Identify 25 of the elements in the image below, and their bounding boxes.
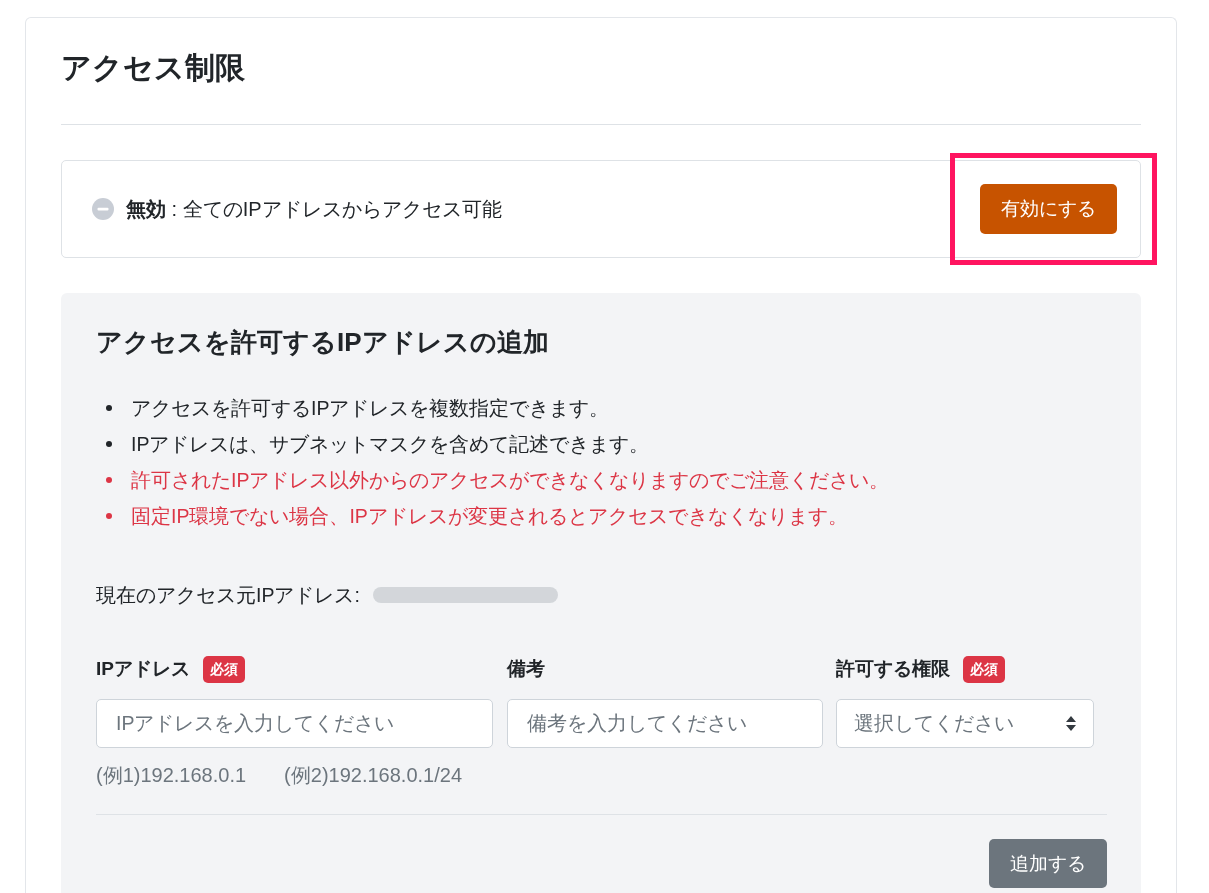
bullet-dot-icon [106, 441, 112, 447]
warning-note: 許可されたIPアドレス以外からのアクセスができなくなりますのでご注意ください。 [131, 467, 890, 493]
required-badge: 必須 [202, 655, 245, 683]
status-text: 無効 : 全てのIPアドレスからアクセス可能 [126, 197, 503, 222]
required-badge: 必須 [963, 655, 1005, 683]
current-ip-label: 現在のアクセス元IPアドレス: [96, 582, 360, 608]
example-hint: (例2)192.168.0.1/24 [284, 763, 462, 788]
enable-button[interactable]: 有効にする [980, 184, 1117, 234]
info-note: IPアドレスは、サブネットマスクを含めて記述できます。 [131, 431, 650, 457]
up-down-caret-icon [1066, 716, 1076, 731]
example-hint: (例1)192.168.0.1 [96, 763, 247, 788]
input-field[interactable]: IPアドレスを入力してください [96, 699, 493, 748]
field-label: 許可する権限 [836, 657, 950, 681]
info-note: アクセスを許可するIPアドレスを複数指定できます。 [131, 395, 610, 421]
select-field[interactable]: 選択してください [836, 699, 1094, 748]
warning-note: 固定IP環境でない場合、IPアドレスが変更されるとアクセスできなくなります。 [131, 503, 848, 529]
section-heading: アクセスを許可するIPアドレスの追加 [96, 326, 550, 359]
input-field[interactable]: 備考を入力してください [506, 699, 823, 748]
field-label: IPアドレス [96, 657, 190, 681]
bullet-dot-icon [106, 513, 112, 519]
add-button[interactable]: 追加する [989, 839, 1107, 888]
bullet-dot-icon [106, 405, 112, 411]
page-title: アクセス制限 [61, 50, 246, 86]
bullet-dot-icon [106, 477, 112, 483]
field-label: 備考 [506, 657, 545, 681]
